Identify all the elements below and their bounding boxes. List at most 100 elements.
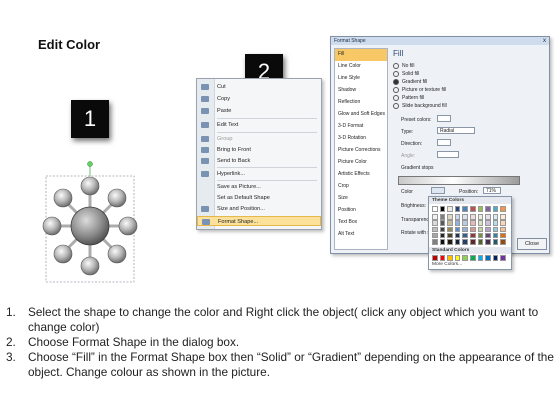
color-swatch[interactable]	[492, 226, 499, 233]
preset-colors-dropdown[interactable]	[437, 115, 451, 122]
color-swatch[interactable]	[462, 239, 468, 245]
nav-item-position[interactable]: Position	[335, 205, 387, 217]
color-swatch[interactable]	[432, 239, 438, 245]
menu-item-bring-to-front[interactable]: Bring to Front	[197, 145, 321, 155]
color-swatch[interactable]	[492, 232, 499, 239]
color-swatch[interactable]	[447, 220, 453, 226]
color-swatch[interactable]	[477, 206, 484, 212]
color-swatch[interactable]	[500, 255, 506, 261]
color-swatch[interactable]	[485, 226, 491, 233]
color-swatch[interactable]	[500, 239, 506, 245]
color-swatch[interactable]	[485, 232, 491, 239]
nav-item-reflection[interactable]: Reflection	[335, 97, 387, 109]
nav-item-artistic-effects[interactable]: Artistic Effects	[335, 169, 387, 181]
color-swatch[interactable]	[485, 220, 491, 226]
color-swatch[interactable]	[454, 226, 461, 233]
radio-no-fill[interactable]: No fill	[393, 62, 473, 70]
nav-item-crop[interactable]: Crop	[335, 181, 387, 193]
color-swatch[interactable]	[492, 206, 499, 212]
color-swatch[interactable]	[462, 220, 468, 226]
color-swatch[interactable]	[485, 255, 491, 261]
menu-item-send-to-back[interactable]: Send to Back	[197, 156, 321, 166]
color-swatch[interactable]	[470, 239, 476, 245]
type-dropdown[interactable]: Radial	[437, 127, 475, 134]
nav-item-line-color[interactable]: Line Color	[335, 61, 387, 73]
color-swatch[interactable]	[470, 206, 476, 212]
nav-item-3d-format[interactable]: 3-D Format	[335, 121, 387, 133]
color-swatch[interactable]	[462, 232, 468, 239]
menu-item-group[interactable]: Group	[197, 134, 321, 144]
color-swatch[interactable]	[439, 232, 446, 239]
gradient-stops-bar[interactable]	[398, 176, 520, 185]
color-swatch[interactable]	[439, 255, 446, 261]
nav-item-alt-text[interactable]: Alt Text	[335, 229, 387, 241]
angle-field[interactable]	[437, 151, 459, 158]
color-swatch[interactable]	[492, 239, 499, 245]
color-swatch[interactable]	[439, 226, 446, 233]
color-swatch[interactable]	[500, 214, 506, 220]
color-swatch[interactable]	[432, 232, 438, 239]
radio-gradient-fill[interactable]: Gradient fill	[393, 78, 473, 86]
color-swatch[interactable]	[485, 206, 491, 212]
color-swatch[interactable]	[432, 214, 438, 220]
nav-item-picture-corrections[interactable]: Picture Corrections	[335, 145, 387, 157]
color-swatch[interactable]	[432, 255, 438, 261]
color-swatch[interactable]	[470, 226, 476, 233]
color-swatch[interactable]	[447, 232, 453, 239]
color-swatch[interactable]	[477, 226, 484, 233]
menu-item-copy[interactable]: Copy	[197, 94, 321, 104]
menu-item-save-as-picture[interactable]: Save as Picture...	[197, 182, 321, 192]
nav-item-fill[interactable]: Fill	[335, 49, 387, 61]
nav-item-picture-color[interactable]: Picture Color	[335, 157, 387, 169]
radio-picture-fill[interactable]: Picture or texture fill	[393, 86, 473, 94]
nav-item-shadow[interactable]: Shadow	[335, 85, 387, 97]
color-swatch[interactable]	[492, 220, 499, 226]
close-button[interactable]: Close	[517, 238, 547, 250]
more-colors-link[interactable]: More Colors...	[432, 262, 462, 267]
radio-pattern-fill[interactable]: Pattern fill	[393, 94, 473, 102]
color-swatch[interactable]	[447, 226, 453, 233]
color-swatch[interactable]	[454, 220, 461, 226]
color-swatch[interactable]	[432, 220, 438, 226]
color-swatch[interactable]	[439, 206, 446, 212]
menu-item-format-shape[interactable]: Format Shape...	[197, 216, 321, 226]
color-swatch[interactable]	[462, 206, 468, 212]
color-swatch[interactable]	[439, 239, 446, 245]
color-swatch[interactable]	[500, 226, 506, 233]
color-swatch[interactable]	[454, 239, 461, 245]
color-swatch[interactable]	[485, 239, 491, 245]
color-swatch[interactable]	[462, 214, 468, 220]
color-swatch[interactable]	[477, 239, 484, 245]
color-swatch[interactable]	[432, 226, 438, 233]
menu-item-hyperlink[interactable]: Hyperlink...	[197, 169, 321, 179]
color-swatch[interactable]	[439, 214, 446, 220]
nav-item-size[interactable]: Size	[335, 193, 387, 205]
position-field[interactable]: 71%	[483, 187, 501, 194]
color-swatch[interactable]	[485, 214, 491, 220]
radio-slide-background-fill[interactable]: Slide background fill	[393, 102, 473, 110]
color-swatch[interactable]	[477, 255, 484, 261]
menu-item-edit-text[interactable]: Edit Text	[197, 120, 321, 130]
color-swatch[interactable]	[470, 255, 476, 261]
color-swatch[interactable]	[500, 206, 506, 212]
nav-item-glow[interactable]: Glow and Soft Edges	[335, 109, 387, 121]
color-swatch[interactable]	[470, 214, 476, 220]
color-swatch[interactable]	[462, 226, 468, 233]
color-swatch[interactable]	[477, 214, 484, 220]
color-swatch[interactable]	[447, 206, 453, 212]
color-swatch[interactable]	[447, 239, 453, 245]
direction-dropdown[interactable]	[437, 139, 451, 146]
color-swatch[interactable]	[432, 206, 438, 212]
color-swatch[interactable]	[447, 255, 453, 261]
color-swatch[interactable]	[454, 232, 461, 239]
selected-shape-group[interactable]	[42, 160, 138, 286]
color-swatch[interactable]	[439, 220, 446, 226]
color-swatch[interactable]	[477, 232, 484, 239]
color-swatch[interactable]	[500, 220, 506, 226]
menu-item-cut[interactable]: Cut	[197, 82, 321, 92]
color-swatch[interactable]	[492, 214, 499, 220]
color-swatch[interactable]	[470, 220, 476, 226]
close-icon[interactable]: x	[543, 37, 546, 45]
nav-item-line-style[interactable]: Line Style	[335, 73, 387, 85]
menu-item-set-default-shape[interactable]: Set as Default Shape	[197, 193, 321, 203]
